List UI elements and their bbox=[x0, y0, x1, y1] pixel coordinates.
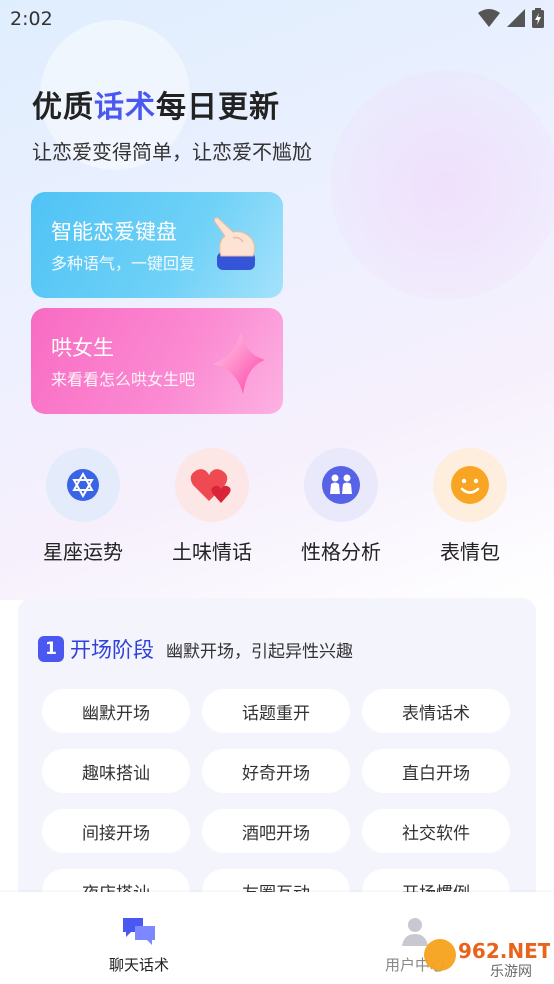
people-icon bbox=[322, 466, 360, 504]
page-title: 优质话术每日更新 bbox=[32, 82, 280, 126]
chat-bubbles-icon bbox=[123, 918, 155, 945]
sparkle-icon bbox=[213, 332, 265, 394]
topic-chip[interactable]: 话题重开 bbox=[202, 689, 350, 733]
card-title: 哄女生 bbox=[51, 336, 114, 360]
card-desc: 来看看怎么哄女生吧 bbox=[51, 370, 196, 389]
tab-label: 聊天话术 bbox=[108, 956, 169, 974]
shortcut-icon-bg bbox=[175, 448, 249, 522]
card-title: 智能恋爱键盘 bbox=[51, 220, 177, 244]
stage-desc: 幽默开场，引起异性兴趣 bbox=[166, 641, 353, 662]
stage-panel: 1 开场阶段 幽默开场，引起异性兴趣 幽默开场 话题重开 表情话术 趣味搭讪 好… bbox=[18, 598, 536, 918]
card-desc: 多种语气，一键回复 bbox=[51, 254, 196, 273]
shortcut-icon-bg bbox=[46, 448, 120, 522]
hearts-icon bbox=[190, 469, 231, 503]
watermark-text: 962.NET bbox=[458, 939, 550, 963]
topic-chip[interactable]: 表情话术 bbox=[362, 689, 510, 733]
stage-name: 开场阶段 bbox=[70, 638, 154, 662]
topic-chip[interactable]: 好奇开场 bbox=[202, 749, 350, 793]
topic-chip[interactable]: 间接开场 bbox=[42, 809, 190, 853]
page-subtitle: 让恋爱变得简单，让恋爱不尴尬 bbox=[32, 140, 312, 164]
coax-girl-card[interactable]: 哄女生 来看看怎么哄女生吧 bbox=[31, 308, 283, 414]
battery-icon bbox=[532, 8, 544, 28]
tab-chat-scripts[interactable]: 聊天话术 bbox=[84, 916, 194, 975]
wifi-icon bbox=[478, 9, 500, 27]
star-of-david-icon bbox=[67, 469, 99, 501]
topic-chip[interactable]: 酒吧开场 bbox=[202, 809, 350, 853]
decor-blob bbox=[330, 70, 554, 300]
topic-chip[interactable]: 幽默开场 bbox=[42, 689, 190, 733]
status-time: 2:02 bbox=[10, 8, 53, 30]
title-suffix: 每日更新 bbox=[156, 90, 280, 125]
shortcut-row: 星座运势 土味情话 性格分析 表情包 bbox=[0, 448, 554, 568]
stage-number-badge: 1 bbox=[38, 636, 64, 662]
topic-chip[interactable]: 直白开场 bbox=[362, 749, 510, 793]
watermark-subtext: 乐游网 bbox=[490, 964, 532, 980]
shortcut-label: 土味情话 bbox=[172, 540, 252, 564]
status-bar: 2:02 bbox=[0, 0, 554, 38]
smiley-icon bbox=[451, 466, 489, 504]
shortcut-horoscope[interactable]: 星座运势 bbox=[18, 448, 148, 565]
smart-keyboard-card[interactable]: 智能恋爱键盘 多种语气，一键回复 bbox=[31, 192, 283, 298]
shortcut-icon-bg bbox=[433, 448, 507, 522]
shortcut-stickers[interactable]: 表情包 bbox=[405, 448, 535, 565]
topic-chip[interactable]: 社交软件 bbox=[362, 809, 510, 853]
shortcut-label: 表情包 bbox=[440, 540, 500, 564]
stage-header: 1 开场阶段 幽默开场，引起异性兴趣 bbox=[38, 634, 353, 664]
shortcut-love-words[interactable]: 土味情话 bbox=[147, 448, 277, 565]
pointing-hand-icon bbox=[213, 217, 256, 270]
title-prefix: 优质 bbox=[32, 90, 94, 125]
shortcut-label: 星座运势 bbox=[43, 540, 123, 564]
watermark-logo: 962.NET 乐游网 bbox=[424, 939, 550, 980]
signal-icon bbox=[507, 9, 525, 27]
shortcut-personality[interactable]: 性格分析 bbox=[276, 448, 406, 565]
topic-chip[interactable]: 趣味搭讪 bbox=[42, 749, 190, 793]
shortcut-icon-bg bbox=[304, 448, 378, 522]
title-accent: 话术 bbox=[94, 90, 156, 125]
shortcut-label: 性格分析 bbox=[301, 540, 381, 564]
